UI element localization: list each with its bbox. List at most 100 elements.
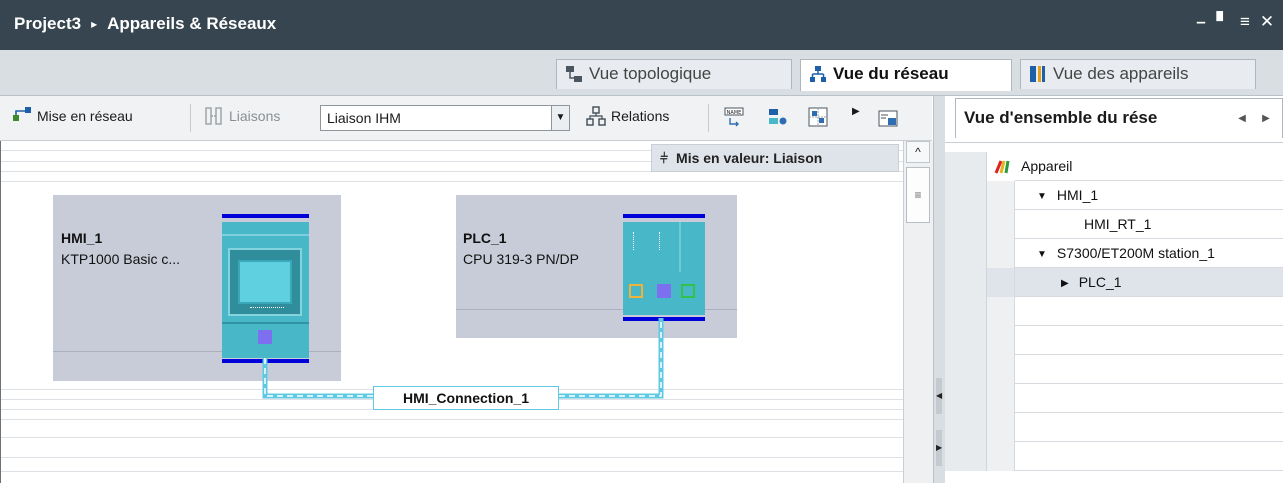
overview-header-divider xyxy=(945,142,1283,143)
row-gutter xyxy=(945,181,987,210)
collapse-left-icon[interactable]: ◀ xyxy=(936,378,942,414)
empty-row xyxy=(945,413,1283,442)
title-project[interactable]: Project3 xyxy=(14,14,81,33)
list-item[interactable]: ▼ HMI_1 xyxy=(945,181,1283,210)
empty-row xyxy=(945,297,1283,326)
tree-label: HMI_1 xyxy=(1056,187,1099,203)
scrollbar-thumb[interactable]: ≡ xyxy=(906,167,930,223)
chevron-down-icon[interactable]: ▼ xyxy=(551,106,569,130)
tree-item: HMI_RT_1 xyxy=(1084,216,1151,232)
panel-layout-icon[interactable] xyxy=(878,109,898,129)
view-tabbar: Vue topologique Vue du réseau Vue des ap… xyxy=(0,50,1283,96)
tab-network-overview[interactable]: Vue d'ensemble du rése ◀ ▶ xyxy=(955,98,1283,138)
connections-icon xyxy=(205,107,222,125)
row-gutter xyxy=(945,413,987,442)
networking-icon xyxy=(13,107,31,121)
show-names-icon[interactable]: NAME xyxy=(724,107,744,127)
relations-icon xyxy=(586,106,606,126)
network-overview-icon[interactable] xyxy=(768,107,788,127)
row-gutter xyxy=(987,413,1015,442)
more-tools-icon[interactable]: ▶ xyxy=(852,106,860,117)
network-toolbar: Mise en réseau Liaisons Liaison IHM ▼ Re… xyxy=(0,96,932,141)
tab-network-view[interactable]: Vue du réseau xyxy=(800,59,1012,91)
device-type-icon xyxy=(994,160,1010,174)
tab-scroll-left-icon[interactable]: ◀ xyxy=(1234,110,1250,128)
window-controls: – ▘ ≡ ✕ xyxy=(1193,13,1275,30)
maximize-icon[interactable]: ≡ xyxy=(1237,13,1253,30)
expand-right-icon[interactable]: ▶ xyxy=(936,430,942,466)
toolbar-divider xyxy=(708,104,709,132)
empty-row xyxy=(945,384,1283,413)
tree-expander-icon[interactable]: ▶ xyxy=(1061,278,1069,289)
empty-row xyxy=(945,442,1283,471)
tree-item: ▼ HMI_1 xyxy=(1037,187,1098,203)
row-gutter xyxy=(987,181,1015,210)
tree-item: ▼ S7300/ET200M station_1 xyxy=(1037,245,1215,261)
svg-text:NAME: NAME xyxy=(727,110,742,116)
tree-item: ▶ PLC_1 xyxy=(1061,274,1122,290)
tab-device-label: Vue des appareils xyxy=(1053,64,1189,83)
connection-label[interactable]: HMI_Connection_1 xyxy=(373,386,559,410)
list-item[interactable]: ▼ S7300/ET200M station_1 xyxy=(945,239,1283,268)
tree-label: HMI_RT_1 xyxy=(1084,216,1152,232)
row-gutter xyxy=(945,326,987,355)
grid-layout-icon[interactable] xyxy=(808,107,828,127)
tab-network-label: Vue du réseau xyxy=(833,64,949,83)
column-header-device[interactable]: Appareil xyxy=(1021,158,1072,174)
overview-table: Appareil ▼ HMI_1 HMI_RT_1 ▼ S7300/ET200M s… xyxy=(945,152,1283,483)
row-gutter xyxy=(945,152,987,181)
empty-row xyxy=(945,326,1283,355)
row-gutter xyxy=(945,442,987,471)
minimize-icon[interactable]: – xyxy=(1193,13,1209,30)
row-gutter xyxy=(987,384,1015,413)
tree-expander-icon[interactable]: ▼ xyxy=(1037,249,1047,260)
row-gutter xyxy=(945,297,987,326)
tab-topology-view[interactable]: Vue topologique xyxy=(556,59,792,89)
close-icon[interactable]: ✕ xyxy=(1259,13,1275,30)
float-window-icon[interactable]: ▘ xyxy=(1215,13,1231,30)
row-gutter xyxy=(945,384,987,413)
row-gutter xyxy=(987,210,1015,239)
networking-button[interactable]: Mise en réseau xyxy=(12,106,133,126)
list-item-selected[interactable]: ▶ PLC_1 xyxy=(945,268,1283,297)
row-gutter xyxy=(987,297,1015,326)
overview-tab-label: Vue d'ensemble du rése xyxy=(964,108,1158,127)
row-gutter xyxy=(945,355,987,384)
tab-scroll-right-icon[interactable]: ▶ xyxy=(1258,110,1274,128)
tab-topology-label: Vue topologique xyxy=(589,64,712,83)
tree-label: PLC_1 xyxy=(1078,274,1122,290)
networking-label: Mise en réseau xyxy=(37,108,133,124)
tree-expander-icon[interactable]: ▼ xyxy=(1037,191,1047,202)
window-titlebar: Project3 ▸ Appareils & Réseaux – ▘ ≡ ✕ xyxy=(0,0,1283,50)
row-gutter xyxy=(987,355,1015,384)
relations-label: Relations xyxy=(611,108,670,124)
connection-type-select[interactable]: Liaison IHM ▼ xyxy=(320,105,570,131)
scroll-up-icon[interactable]: ^ xyxy=(906,141,930,163)
network-overview-panel: Vue d'ensemble du rése ◀ ▶ Appareil ▼ HMI… xyxy=(945,96,1283,483)
relations-button[interactable]: Relations xyxy=(586,106,669,126)
row-gutter xyxy=(987,268,1015,297)
network-canvas[interactable]: ⫩ Mis en valeur: Liaison HMI_1 KTP1000 Ba… xyxy=(0,141,903,483)
row-gutter xyxy=(945,239,987,268)
toolbar-divider xyxy=(190,104,191,132)
breadcrumb-separator-icon: ▸ xyxy=(91,17,98,31)
empty-row xyxy=(945,355,1283,384)
tree-label: S7300/ET200M station_1 xyxy=(1056,245,1215,261)
panel-splitter[interactable]: ◀ ▶ xyxy=(933,96,945,483)
row-gutter xyxy=(945,268,987,297)
window-title: Project3 ▸ Appareils & Réseaux xyxy=(14,14,276,34)
row-gutter xyxy=(987,239,1015,268)
topology-icon xyxy=(566,66,582,82)
list-item[interactable]: HMI_RT_1 xyxy=(945,210,1283,239)
network-icon xyxy=(810,66,826,82)
hmi-connection-line[interactable] xyxy=(1,141,903,483)
connection-type-value: Liaison IHM xyxy=(327,110,401,126)
row-gutter xyxy=(945,210,987,239)
row-gutter xyxy=(987,326,1015,355)
connections-button[interactable]: Liaisons xyxy=(204,106,280,126)
canvas-vertical-scrollbar[interactable]: ^ ≡ xyxy=(903,141,933,483)
tab-device-view[interactable]: Vue des appareils xyxy=(1020,59,1256,89)
title-section[interactable]: Appareils & Réseaux xyxy=(107,14,276,33)
row-gutter xyxy=(987,152,1015,181)
overview-header-row: Appareil xyxy=(945,152,1283,181)
